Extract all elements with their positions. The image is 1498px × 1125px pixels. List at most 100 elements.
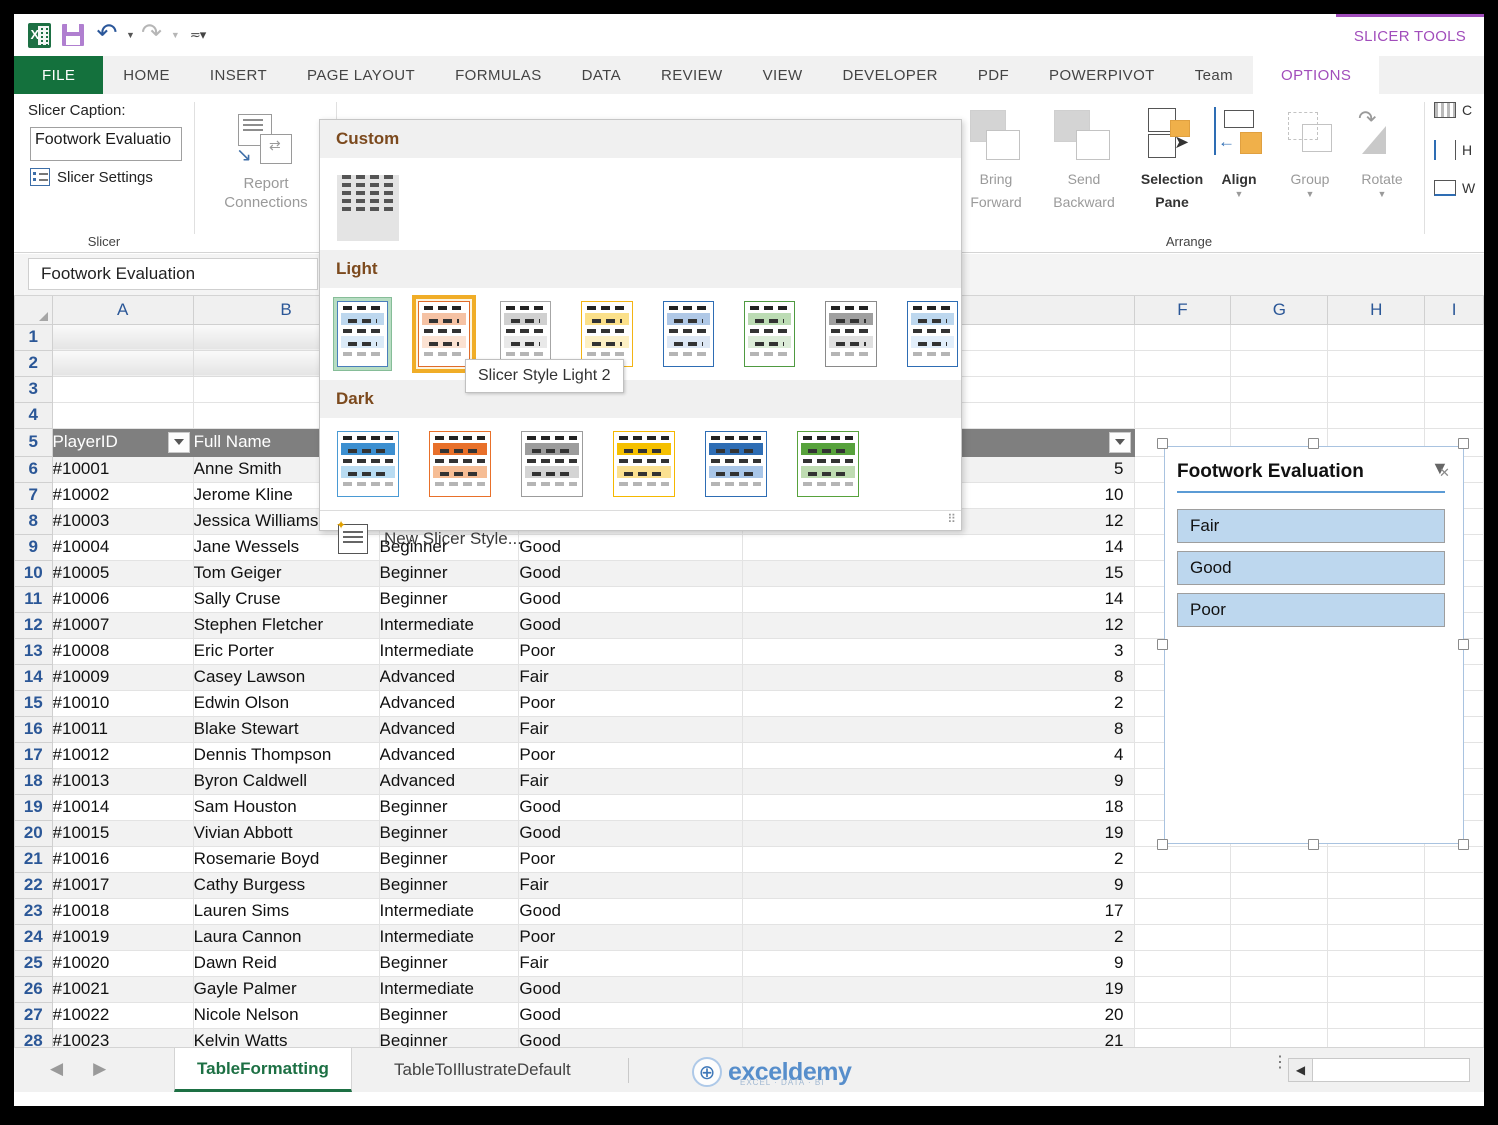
rotate-button[interactable]: ↷ Rotate ▼ — [1346, 104, 1418, 199]
slicer-style-dark-2[interactable] — [426, 428, 494, 500]
redo-dropdown-icon[interactable]: ▼ — [171, 30, 180, 40]
cell-fullname[interactable]: Nicole Nelson — [193, 1002, 379, 1028]
slicer-style-light-8[interactable] — [904, 298, 961, 370]
group-dropdown-icon[interactable]: ▼ — [1274, 189, 1346, 199]
cell-playerid[interactable]: #10008 — [52, 638, 193, 664]
cell[interactable] — [1328, 350, 1425, 376]
slicer-caption-input[interactable]: Footwork Evaluatio — [30, 127, 182, 161]
save-icon[interactable] — [56, 20, 90, 50]
new-slicer-style-button[interactable]: New Slicer Style... — [320, 510, 961, 566]
cell-fullname[interactable]: Eric Porter — [193, 638, 379, 664]
row-header-18[interactable]: 18 — [15, 768, 53, 794]
resize-handle-w[interactable] — [1157, 639, 1168, 650]
cell-evaluation[interactable]: Good — [519, 586, 743, 612]
cell[interactable] — [1134, 846, 1231, 872]
cell-fullname[interactable]: Edwin Olson — [193, 690, 379, 716]
cell-evaluation[interactable]: Fair — [519, 664, 743, 690]
clear-filter-icon[interactable]: ▼✕ — [1429, 457, 1455, 483]
tab-pdf[interactable]: PDF — [958, 56, 1029, 94]
cell-won-this-season[interactable]: 14 — [742, 586, 1134, 612]
cell[interactable] — [1231, 402, 1328, 428]
cell-fullname[interactable]: Vivian Abbott — [193, 820, 379, 846]
tab-data[interactable]: DATA — [562, 56, 641, 94]
cell[interactable] — [1425, 976, 1484, 1002]
row-header-14[interactable]: 14 — [15, 664, 53, 690]
cell-won-this-season[interactable]: 4 — [742, 742, 1134, 768]
cell-evaluation[interactable]: Poor — [519, 742, 743, 768]
cell-level[interactable]: Beginner — [379, 846, 519, 872]
send-backward-button[interactable]: Send Backward — [1042, 104, 1126, 212]
cell-won-this-season[interactable]: 2 — [742, 846, 1134, 872]
slicer-style-light-1[interactable] — [334, 298, 391, 370]
row-header-10[interactable]: 10 — [15, 560, 53, 586]
cell-won-this-season[interactable]: 2 — [742, 924, 1134, 950]
cell-won-this-season[interactable]: 12 — [742, 612, 1134, 638]
tab-home[interactable]: HOME — [103, 56, 190, 94]
cell-playerid[interactable]: #10015 — [52, 820, 193, 846]
resize-handle-e[interactable] — [1458, 639, 1469, 650]
cell-evaluation[interactable]: Fair — [519, 872, 743, 898]
row-header-21[interactable]: 21 — [15, 846, 53, 872]
cell[interactable] — [1231, 376, 1328, 402]
resize-handle-se[interactable] — [1458, 839, 1469, 850]
cell-level[interactable]: Intermediate — [379, 612, 519, 638]
scroll-left-icon[interactable]: ◀ — [1289, 1059, 1313, 1081]
cell-level[interactable]: Intermediate — [379, 638, 519, 664]
cell[interactable] — [1425, 950, 1484, 976]
cell-level[interactable]: Intermediate — [379, 924, 519, 950]
undo-dropdown-icon[interactable]: ▼ — [126, 30, 135, 40]
cell[interactable] — [1425, 846, 1484, 872]
cell-fullname[interactable]: Casey Lawson — [193, 664, 379, 690]
cell-won-this-season[interactable]: 2 — [742, 690, 1134, 716]
tab-formulas[interactable]: FORMULAS — [435, 56, 562, 94]
cell-won-this-season[interactable]: 3 — [742, 638, 1134, 664]
cell-playerid[interactable]: #10016 — [52, 846, 193, 872]
cell-playerid[interactable]: #10022 — [52, 1002, 193, 1028]
slicer-style-dark-5[interactable] — [702, 428, 770, 500]
table-column-header[interactable]: PlayerID — [52, 428, 193, 456]
cell-playerid[interactable]: #10009 — [52, 664, 193, 690]
cell[interactable] — [1134, 924, 1231, 950]
resize-handle-ne[interactable] — [1458, 438, 1469, 449]
cell[interactable] — [1328, 1002, 1425, 1028]
tab-review[interactable]: REVIEW — [641, 56, 743, 94]
row-header-3[interactable]: 3 — [15, 376, 53, 402]
cell-playerid[interactable]: #10004 — [52, 534, 193, 560]
cell[interactable] — [1328, 872, 1425, 898]
cell[interactable] — [1425, 898, 1484, 924]
row-header-23[interactable]: 23 — [15, 898, 53, 924]
row-header-19[interactable]: 19 — [15, 794, 53, 820]
cell[interactable] — [52, 402, 193, 428]
cell-playerid[interactable]: #10005 — [52, 560, 193, 586]
cell-level[interactable]: Advanced — [379, 664, 519, 690]
cell-won-this-season[interactable]: 18 — [742, 794, 1134, 820]
row-header-24[interactable]: 24 — [15, 924, 53, 950]
sheet-tab-tabletoillustratedefault[interactable]: TableToIllustrateDefault — [372, 1048, 593, 1092]
cell-playerid[interactable]: #10018 — [52, 898, 193, 924]
cell-level[interactable]: Beginner — [379, 586, 519, 612]
cell-evaluation[interactable]: Good — [519, 820, 743, 846]
row-header-17[interactable]: 17 — [15, 742, 53, 768]
tab-insert[interactable]: INSERT — [190, 56, 287, 94]
slicer-style-light-7[interactable] — [822, 298, 879, 370]
cell-level[interactable]: Beginner — [379, 872, 519, 898]
columns-button[interactable]: C — [1434, 102, 1472, 118]
row-header-1[interactable]: 1 — [15, 324, 53, 350]
cell[interactable] — [1328, 976, 1425, 1002]
cell-won-this-season[interactable]: 20 — [742, 1002, 1134, 1028]
row-header-5[interactable]: 5 — [15, 428, 53, 456]
cell-evaluation[interactable]: Poor — [519, 924, 743, 950]
cell-playerid[interactable]: #10013 — [52, 768, 193, 794]
cell[interactable] — [1328, 324, 1425, 350]
cell-fullname[interactable]: Rosemarie Boyd — [193, 846, 379, 872]
cell-playerid[interactable]: #10003 — [52, 508, 193, 534]
slicer-settings-button[interactable]: Slicer Settings — [30, 168, 153, 186]
tab-team[interactable]: Team — [1175, 56, 1253, 94]
cell[interactable] — [1134, 376, 1231, 402]
cell-level[interactable]: Advanced — [379, 690, 519, 716]
cell-playerid[interactable]: #10019 — [52, 924, 193, 950]
cell[interactable] — [1134, 976, 1231, 1002]
tab-developer[interactable]: DEVELOPER — [823, 56, 958, 94]
row-header-13[interactable]: 13 — [15, 638, 53, 664]
cell-won-this-season[interactable]: 17 — [742, 898, 1134, 924]
